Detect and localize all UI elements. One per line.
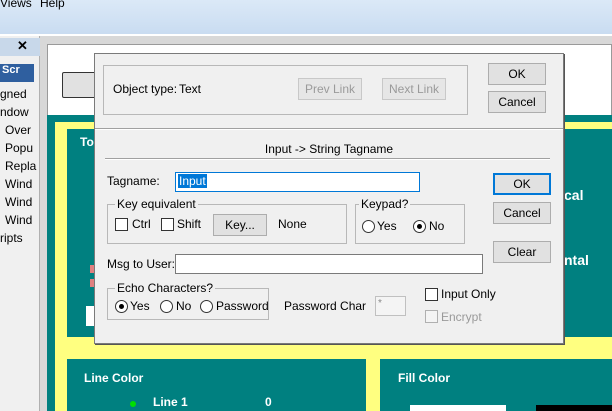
tree-item[interactable]: Wind <box>5 177 32 191</box>
input-only-checkbox[interactable] <box>425 288 438 301</box>
divider <box>95 128 563 130</box>
echo-password-label: Password <box>216 299 269 313</box>
keypad-yes-label: Yes <box>377 219 397 233</box>
line1-value: 0 <box>265 395 272 409</box>
menu-views[interactable]: Views <box>0 0 32 10</box>
tree-item[interactable]: Popu <box>5 141 33 155</box>
tagname-dialog: Object type: Text Prev Link Next Link OK… <box>94 53 564 344</box>
background-button[interactable] <box>62 72 96 98</box>
project-explorer-panel: ✕ Scr gned ndow Over Popu Repla Wind Win… <box>0 36 40 411</box>
panel-tab[interactable]: Scr <box>0 64 34 82</box>
fill-color-label: Fill Color <box>398 371 450 385</box>
echo-no-radio[interactable] <box>160 300 173 313</box>
fill-swatch-dark <box>536 405 612 411</box>
object-type-label: Object type: <box>113 82 178 96</box>
radio-selected-dot <box>417 224 422 229</box>
ctrl-label: Ctrl <box>132 217 151 231</box>
tree-item[interactable]: Wind <box>5 213 32 227</box>
section-underline <box>105 158 550 160</box>
keypad-title: Keypad? <box>359 197 411 211</box>
ok-button[interactable]: OK <box>493 173 551 195</box>
prev-link-button[interactable]: Prev Link <box>298 78 362 100</box>
panel-title-fragment: To <box>80 135 94 149</box>
close-icon[interactable]: ✕ <box>17 38 28 54</box>
msg-to-user-field[interactable] <box>175 254 483 274</box>
radio-selected-dot <box>119 304 124 309</box>
echo-no-label: No <box>176 299 192 313</box>
ok-top-button[interactable]: OK <box>488 63 546 85</box>
ctrl-checkbox[interactable] <box>115 218 128 231</box>
cancel-top-button[interactable]: Cancel <box>488 91 546 113</box>
line-color-label: Line Color <box>84 371 144 385</box>
menu-bar: Views Help <box>0 0 612 34</box>
fill-swatch <box>410 405 506 411</box>
shift-label: Shift <box>177 217 202 231</box>
menu-help[interactable]: Help <box>40 0 65 10</box>
key-value: None <box>278 217 307 231</box>
encrypt-label: Encrypt <box>441 310 482 324</box>
object-type-value: Text <box>179 82 202 96</box>
echo-password-radio[interactable] <box>200 300 213 313</box>
fill-color-panel <box>380 359 612 411</box>
clear-button[interactable]: Clear <box>493 241 551 263</box>
shift-checkbox[interactable] <box>161 218 174 231</box>
tree-item[interactable]: Wind <box>5 195 32 209</box>
next-link-button[interactable]: Next Link <box>382 78 446 100</box>
echo-characters-title: Echo Characters? <box>115 281 216 295</box>
encrypt-checkbox[interactable] <box>425 310 438 323</box>
input-only-label: Input Only <box>441 287 496 301</box>
green-dot-icon <box>130 401 136 407</box>
tree-item[interactable]: Repla <box>5 159 36 173</box>
msg-to-user-label: Msg to User: <box>107 257 176 271</box>
line1-label: Line 1 <box>153 395 188 409</box>
cancel-button[interactable]: Cancel <box>493 202 551 224</box>
tagname-field[interactable]: Input <box>175 172 420 192</box>
keypad-no-label: No <box>429 219 445 233</box>
tree-item[interactable]: gned <box>0 87 27 101</box>
keypad-no-radio[interactable] <box>413 220 426 233</box>
tree-item[interactable]: ndow <box>0 105 29 119</box>
echo-yes-radio[interactable] <box>115 300 128 313</box>
section-title: Input -> String Tagname <box>264 142 394 156</box>
tree-item[interactable]: ripts <box>0 231 23 245</box>
key-equivalent-title: Key equivalent <box>115 197 198 211</box>
tagname-label: Tagname: <box>107 174 160 188</box>
tagname-value: Input <box>178 174 207 188</box>
line-color-panel <box>67 359 366 411</box>
password-char-field[interactable]: * <box>375 296 406 316</box>
right-label-fragment: ntal <box>564 252 589 268</box>
right-label-fragment: cal <box>564 187 584 203</box>
keypad-yes-radio[interactable] <box>362 220 375 233</box>
password-char-label: Password Char <box>284 299 367 313</box>
tree-item[interactable]: Over <box>5 123 31 137</box>
echo-yes-label: Yes <box>130 299 150 313</box>
key-button[interactable]: Key... <box>213 214 267 236</box>
